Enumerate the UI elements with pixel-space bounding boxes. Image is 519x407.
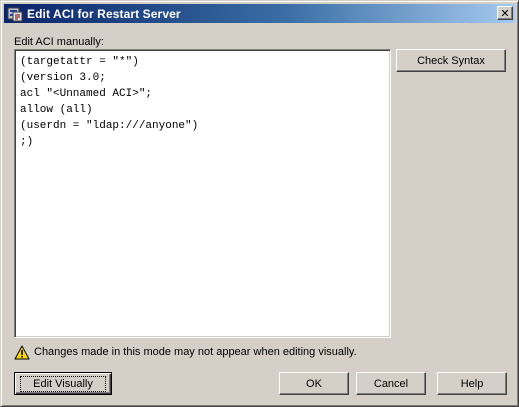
code-line: acl "<Unnamed ACI>"; xyxy=(20,88,153,100)
ok-button[interactable]: OK xyxy=(279,372,349,395)
edit-visually-label: Edit Visually xyxy=(20,375,106,392)
edit-aci-dialog: Edit ACI for Restart Server ✕ Edit ACI m… xyxy=(0,0,519,407)
cancel-button[interactable]: Cancel xyxy=(356,372,426,395)
cancel-label: Cancel xyxy=(373,377,409,390)
code-line: (targetattr = "*") xyxy=(20,56,139,68)
help-label: Help xyxy=(460,377,484,390)
code-line: (userdn = "ldap:///anyone") xyxy=(20,120,199,132)
help-button[interactable]: Help xyxy=(437,372,507,395)
ok-label: OK xyxy=(306,377,322,390)
check-syntax-button[interactable]: Check Syntax xyxy=(396,49,506,72)
code-line: (version 3.0; xyxy=(20,72,106,84)
code-line: ;) xyxy=(20,136,34,148)
window-title: Edit ACI for Restart Server xyxy=(27,6,181,21)
directory-server-icon xyxy=(7,6,23,22)
check-syntax-label: Check Syntax xyxy=(417,54,485,67)
aci-text-editor[interactable]: (targetattr = "*") (version 3.0; acl "<U… xyxy=(14,49,391,338)
warning-text: Changes made in this mode may not appear… xyxy=(34,346,357,358)
edit-aci-label: Edit ACI manually: xyxy=(14,36,104,48)
warning-message: Changes made in this mode may not appear… xyxy=(14,344,357,360)
code-line: allow (all) xyxy=(20,104,93,116)
close-button[interactable]: ✕ xyxy=(497,6,513,20)
warning-icon xyxy=(14,345,30,360)
edit-visually-button[interactable]: Edit Visually xyxy=(14,372,112,395)
close-icon: ✕ xyxy=(500,6,510,20)
title-bar[interactable]: Edit ACI for Restart Server ✕ xyxy=(4,4,515,23)
